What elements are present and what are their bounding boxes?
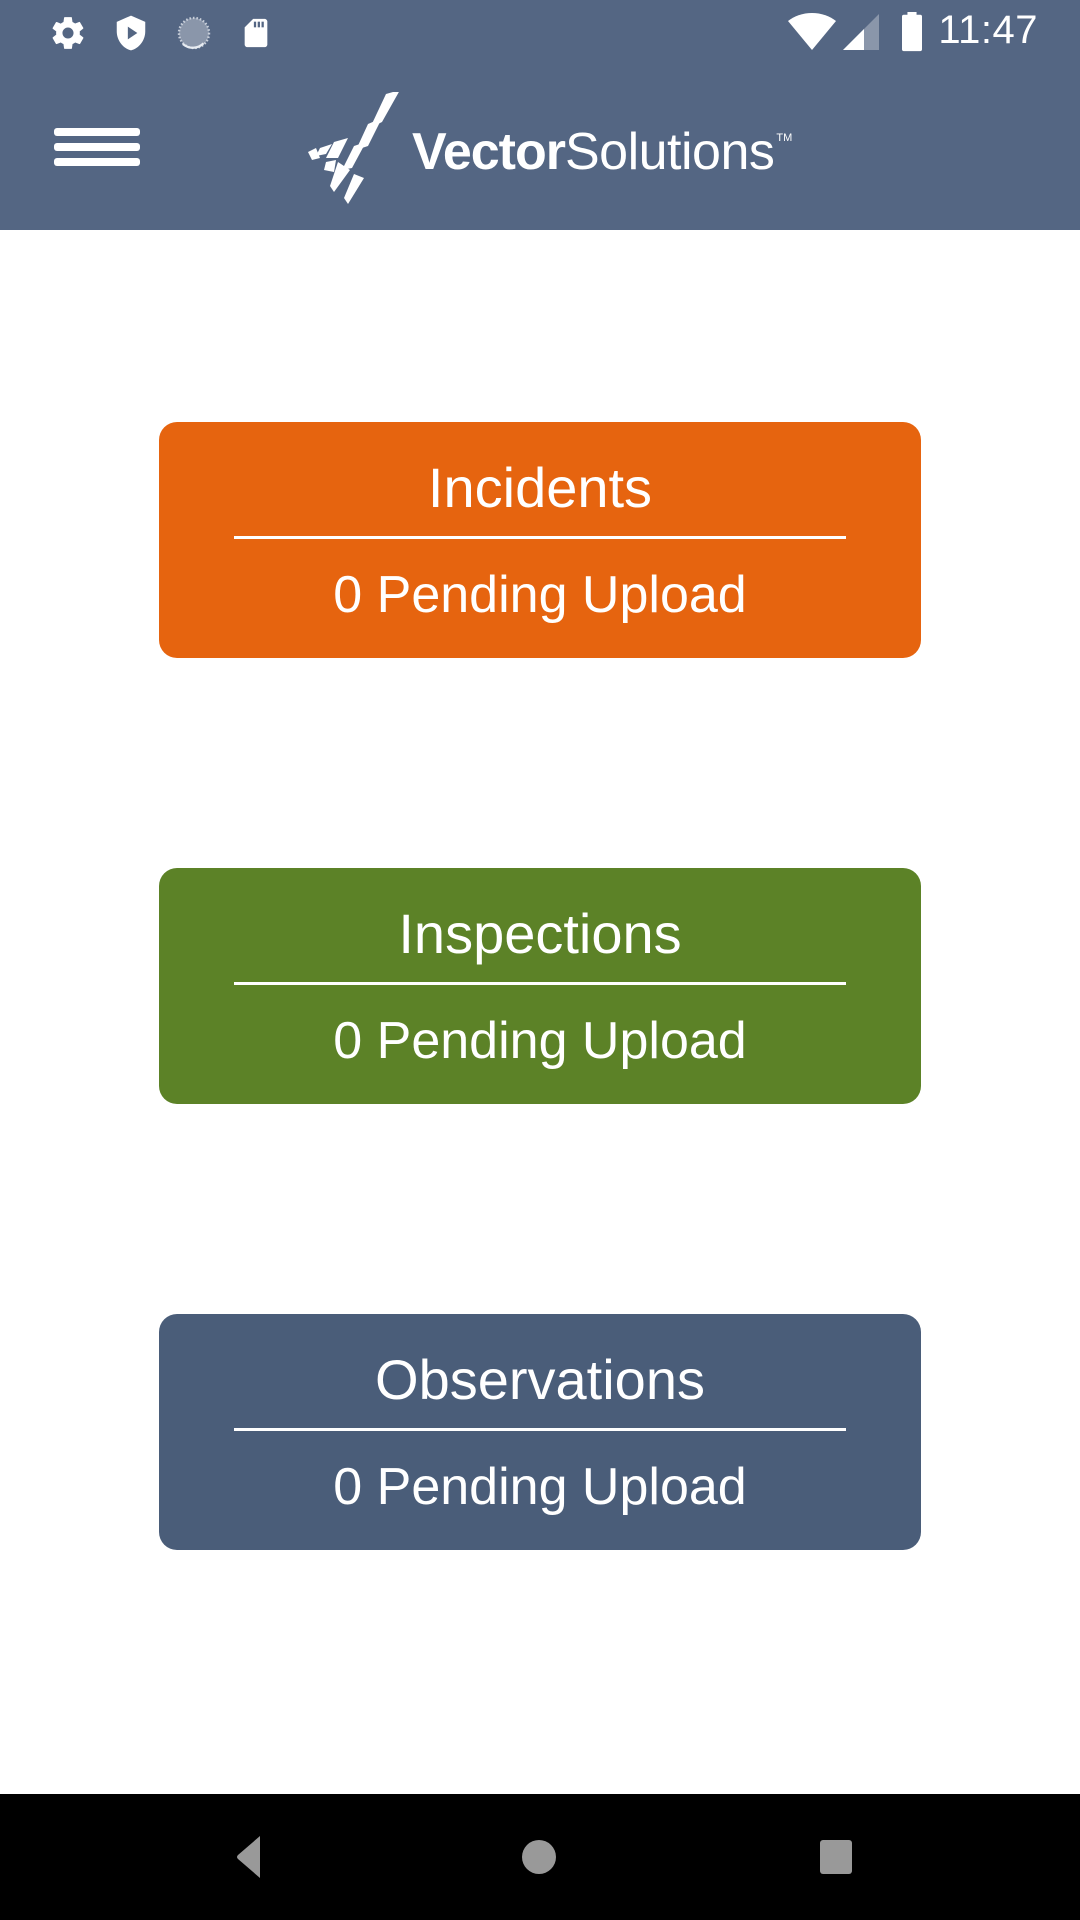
card-divider [234, 536, 846, 539]
sync-progress-icon [177, 16, 211, 50]
back-icon[interactable] [218, 1832, 278, 1882]
system-navigation-bar [0, 1794, 1080, 1920]
vector-solutions-logo: VectorSolutions TM [304, 92, 792, 204]
hamburger-menu-button[interactable] [54, 128, 140, 168]
incidents-card[interactable]: Incidents 0 Pending Upload [159, 422, 921, 658]
logo-text-bold: Vector [412, 123, 566, 181]
status-bar: 11:47 [0, 0, 1080, 64]
cell-signal-icon [843, 14, 879, 50]
card-title: Inspections [398, 902, 682, 965]
card-divider [234, 1428, 846, 1431]
card-title: Incidents [427, 456, 653, 519]
logo-trademark: TM [776, 132, 793, 144]
logo-mark-icon [308, 92, 399, 204]
hamburger-menu-icon [54, 143, 140, 151]
app-header: 11:47 VectorSolutions TM [0, 0, 1080, 230]
wifi-icon [788, 13, 836, 50]
logo-text-light: Solutions [564, 123, 775, 181]
hamburger-menu-icon [54, 158, 140, 166]
recents-icon[interactable] [806, 1832, 866, 1882]
observations-card[interactable]: Observations 0 Pending Upload [159, 1314, 921, 1550]
shield-play-icon [116, 15, 146, 51]
pending-upload-count: 0 Pending Upload [333, 1012, 747, 1070]
gear-icon [52, 17, 84, 49]
card-title: Observations [375, 1348, 705, 1411]
hamburger-menu-icon [54, 128, 140, 136]
logo-wordmark: VectorSolutions TM [412, 122, 792, 182]
card-divider [234, 982, 846, 985]
pending-upload-count: 0 Pending Upload [333, 566, 747, 624]
home-icon[interactable] [509, 1832, 569, 1882]
pending-upload-count: 0 Pending Upload [333, 1458, 747, 1516]
sd-card-icon [244, 18, 268, 48]
status-time: 11:47 [938, 8, 1038, 52]
battery-icon [902, 12, 922, 52]
inspections-card[interactable]: Inspections 0 Pending Upload [159, 868, 921, 1104]
